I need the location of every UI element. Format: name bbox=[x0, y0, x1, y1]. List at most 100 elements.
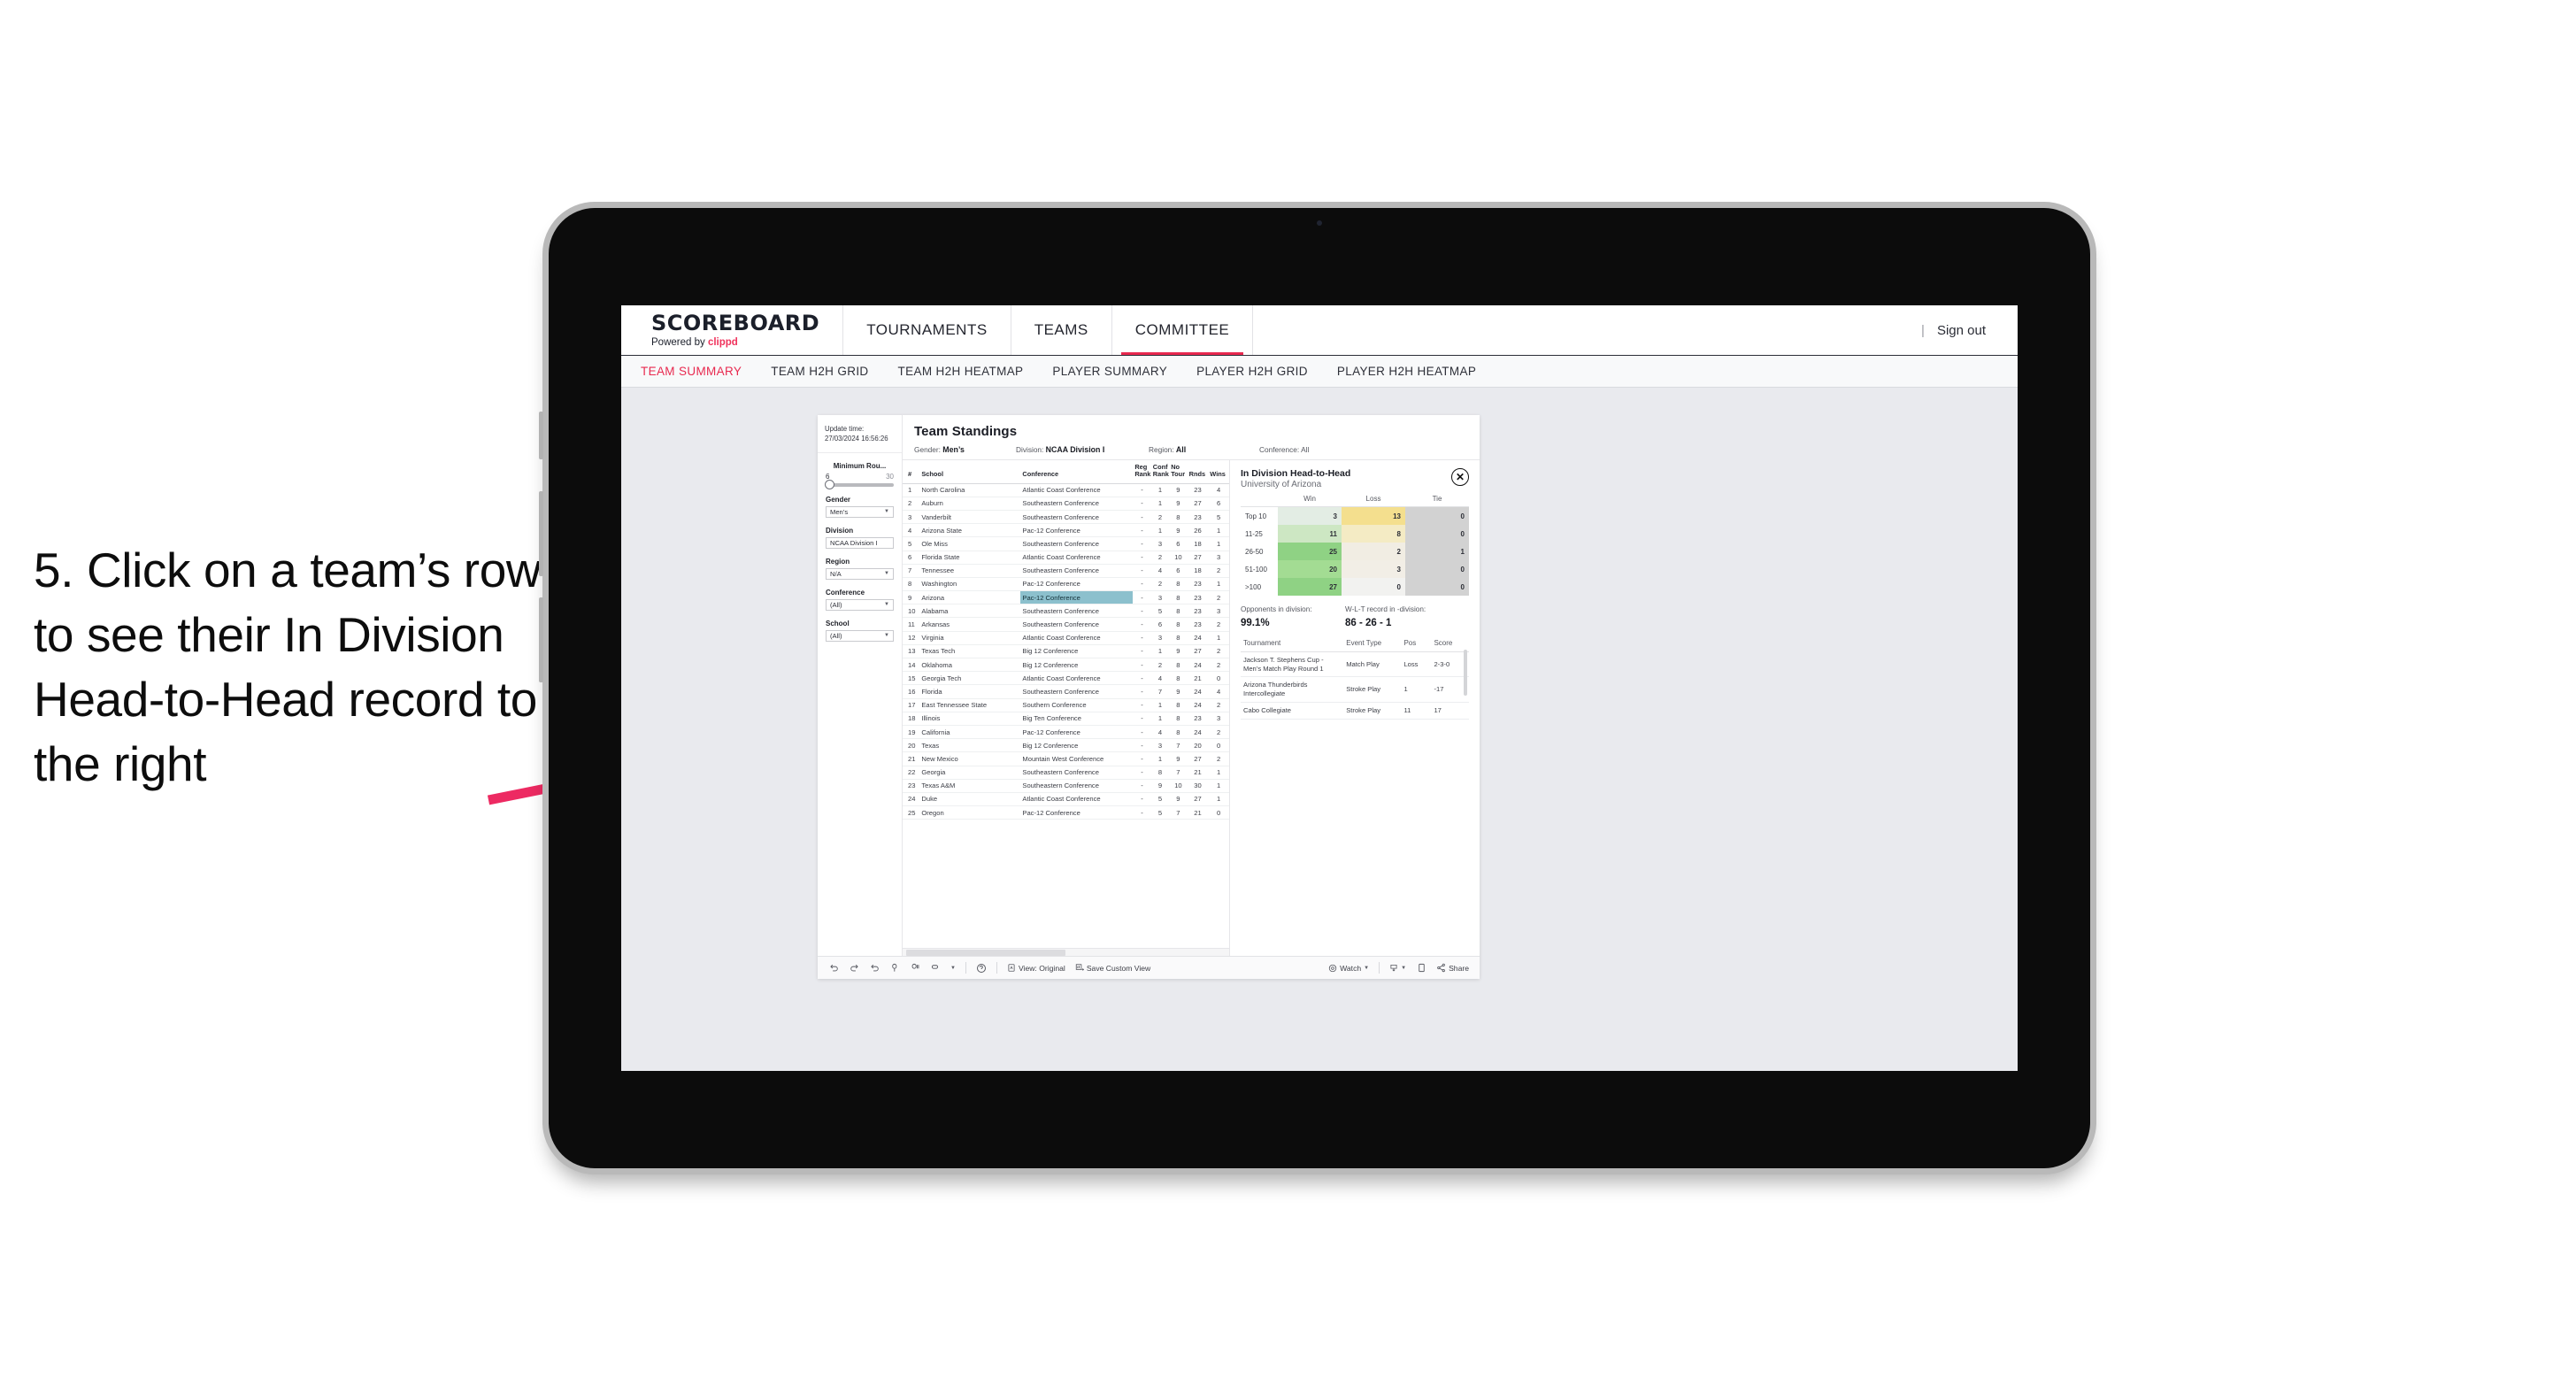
col-rnds[interactable]: Rnds bbox=[1187, 460, 1209, 484]
signout-link[interactable]: Sign out bbox=[1937, 323, 1986, 338]
col-pos[interactable]: Pos bbox=[1401, 639, 1432, 652]
table-row[interactable]: 23 Texas A&M Southeastern Conference -9 10 30… bbox=[903, 779, 1229, 793]
tournament-scrollbar[interactable] bbox=[1464, 650, 1467, 696]
col-wins[interactable]: Wins bbox=[1208, 460, 1229, 484]
col-rank[interactable]: # bbox=[903, 460, 920, 484]
brand-logo[interactable]: SCOREBOARD Powered by clippd bbox=[621, 305, 844, 355]
col-conference[interactable]: Conference bbox=[1020, 460, 1134, 484]
tab-team-h2h-heatmap[interactable]: TEAM H2H HEATMAP bbox=[898, 365, 1024, 378]
minimum-rounds-slider[interactable] bbox=[825, 480, 894, 490]
col-school[interactable]: School bbox=[919, 460, 1021, 484]
cell-rnds: 23 bbox=[1187, 604, 1209, 619]
cell-school: Auburn bbox=[919, 497, 1021, 511]
undo-icon[interactable] bbox=[828, 963, 839, 974]
table-row[interactable]: 24 Duke Atlantic Coast Conference -5 9 27 1 bbox=[903, 792, 1229, 807]
col-conf-rank[interactable]: Conf Rank bbox=[1150, 460, 1170, 484]
table-row[interactable]: 9 Arizona Pac-12 Conference -3 8 23 2 bbox=[903, 590, 1229, 605]
table-row[interactable]: 1 North Carolina Atlantic Coast Conference… bbox=[903, 483, 1229, 497]
standings-table-scroll[interactable]: # School Conference Reg Rank Conf Rank N… bbox=[903, 460, 1229, 948]
table-row[interactable]: 13 Texas Tech Big 12 Conference -1 9 27 2 bbox=[903, 644, 1229, 659]
nav-tournaments[interactable]: TOURNAMENTS bbox=[843, 305, 1011, 355]
heatmap-cell-win[interactable]: 3 bbox=[1278, 506, 1342, 525]
table-row[interactable]: 14 Oklahoma Big 12 Conference -2 8 24 2 bbox=[903, 658, 1229, 673]
table-row[interactable]: 20 Texas Big 12 Conference -3 7 20 0 bbox=[903, 738, 1229, 753]
table-row[interactable]: 2 Auburn Southeastern Conference -1 9 27 6 bbox=[903, 497, 1229, 511]
table-row[interactable]: 18 Illinois Big Ten Conference -1 8 23 3 bbox=[903, 712, 1229, 726]
cell-conference: Southeastern Conference bbox=[1020, 497, 1134, 511]
heatmap-cell-tie[interactable]: 0 bbox=[1405, 525, 1469, 543]
tournament-row[interactable]: Cabo Collegiate Stroke Play 11 17 bbox=[1241, 702, 1469, 720]
pause-icon[interactable] bbox=[910, 963, 920, 974]
school-select[interactable]: (All) ▼ bbox=[826, 629, 894, 642]
nav-committee[interactable]: COMMITTEE bbox=[1112, 305, 1254, 355]
power-button[interactable] bbox=[539, 412, 543, 459]
tournament-list-scroll[interactable]: Tournament Event Type Pos Score Jackson … bbox=[1241, 630, 1469, 720]
tab-player-h2h-grid[interactable]: PLAYER H2H GRID bbox=[1196, 365, 1308, 378]
col-reg-rank[interactable]: Reg Rank bbox=[1133, 460, 1151, 484]
col-event-type[interactable]: Event Type bbox=[1343, 639, 1402, 652]
table-row[interactable]: 8 Washington Pac-12 Conference -2 8 23 1 bbox=[903, 577, 1229, 592]
tournament-row[interactable]: Arizona Thunderbirds Intercollegiate Stro… bbox=[1241, 676, 1469, 703]
help-icon[interactable] bbox=[976, 963, 987, 974]
conference-select[interactable]: (All) ▼ bbox=[826, 598, 894, 611]
tab-player-h2h-heatmap[interactable]: PLAYER H2H HEATMAP bbox=[1337, 365, 1476, 378]
table-row[interactable]: 22 Georgia Southeastern Conference -8 7 21 1 bbox=[903, 766, 1229, 780]
table-row[interactable]: 19 California Pac-12 Conference -4 8 24 2 bbox=[903, 725, 1229, 740]
table-row[interactable]: 7 Tennessee Southeastern Conference -4 6 18 2 bbox=[903, 564, 1229, 578]
heatmap-cell-loss[interactable]: 8 bbox=[1342, 525, 1405, 543]
heatmap-cell-loss[interactable]: 0 bbox=[1342, 578, 1405, 596]
heatmap-cell-tie[interactable]: 0 bbox=[1405, 560, 1469, 578]
gender-select[interactable]: Men’s ▼ bbox=[826, 505, 894, 518]
col-no-tour[interactable]: No Tour bbox=[1169, 460, 1188, 484]
filter-gender: Gender Men’s ▼ bbox=[818, 487, 902, 518]
fullscreen-icon[interactable] bbox=[1416, 963, 1426, 974]
table-row[interactable]: 5 Ole Miss Southeastern Conference -3 6 18 1 bbox=[903, 536, 1229, 551]
cell-school: Texas Tech bbox=[919, 644, 1021, 659]
region-select[interactable]: N/A ▼ bbox=[826, 567, 894, 580]
table-row[interactable]: 10 Alabama Southeastern Conference -5 8 23 3 bbox=[903, 604, 1229, 619]
scrollbar-thumb[interactable] bbox=[906, 950, 1065, 956]
tournament-row[interactable]: Jackson T. Stephens Cup - Men’s Match Pl… bbox=[1241, 651, 1469, 678]
table-row[interactable]: 25 Oregon Pac-12 Conference -5 7 21 0 bbox=[903, 805, 1229, 820]
download-button[interactable]: ▼ bbox=[1389, 963, 1406, 973]
redo-icon[interactable] bbox=[849, 963, 859, 974]
heatmap-cell-loss[interactable]: 2 bbox=[1342, 543, 1405, 560]
refresh-icon[interactable] bbox=[889, 963, 900, 974]
save-custom-view-button[interactable]: Save Custom View bbox=[1075, 963, 1150, 973]
table-row[interactable]: 16 Florida Southeastern Conference -7 9 24 4 bbox=[903, 684, 1229, 699]
horizontal-scrollbar[interactable] bbox=[903, 948, 1229, 956]
table-row[interactable]: 6 Florida State Atlantic Coast Conference -… bbox=[903, 551, 1229, 565]
table-row[interactable]: 17 East Tennessee State Southern Conferenc… bbox=[903, 698, 1229, 712]
table-row[interactable]: 15 Georgia Tech Atlantic Coast Conference -… bbox=[903, 671, 1229, 686]
close-icon[interactable]: ✕ bbox=[1451, 468, 1469, 486]
volume-down-button[interactable] bbox=[539, 597, 543, 682]
heatmap-cell-win[interactable]: 25 bbox=[1278, 543, 1342, 560]
heatmap-cell-loss[interactable]: 3 bbox=[1342, 560, 1405, 578]
revert-icon[interactable] bbox=[869, 963, 880, 974]
heatmap-cell-tie[interactable]: 0 bbox=[1405, 578, 1469, 596]
volume-up-button[interactable] bbox=[539, 491, 543, 576]
table-row[interactable]: 21 New Mexico Mountain West Conference -1 9 2… bbox=[903, 751, 1229, 766]
tab-team-h2h-grid[interactable]: TEAM H2H GRID bbox=[771, 365, 868, 378]
tab-team-summary[interactable]: TEAM SUMMARY bbox=[641, 365, 742, 378]
division-select[interactable]: NCAA Division I bbox=[826, 536, 894, 549]
heatmap-cell-tie[interactable]: 0 bbox=[1405, 506, 1469, 525]
table-row[interactable]: 12 Virginia Atlantic Coast Conference -3 8 24… bbox=[903, 631, 1229, 645]
table-row[interactable]: 11 Arkansas Southeastern Conference -6 8 23 2 bbox=[903, 617, 1229, 632]
table-row[interactable]: 3 Vanderbilt Southeastern Conference -2 8 23 5 bbox=[903, 510, 1229, 525]
share-button[interactable]: Share bbox=[1436, 963, 1469, 973]
chevron-down-icon[interactable]: ▼ bbox=[950, 966, 956, 971]
heatmap-cell-loss[interactable]: 13 bbox=[1342, 506, 1405, 525]
heatmap-cell-tie[interactable]: 1 bbox=[1405, 543, 1469, 560]
watch-button[interactable]: Watch ▼ bbox=[1328, 964, 1369, 973]
table-row[interactable]: 4 Arizona State Pac-12 Conference -1 9 26 1 bbox=[903, 523, 1229, 538]
col-tournament[interactable]: Tournament bbox=[1241, 639, 1344, 652]
nav-teams[interactable]: TEAMS bbox=[1011, 305, 1112, 355]
view-original-button[interactable]: View: Original bbox=[1007, 963, 1065, 973]
slider-range-values: 6 30 bbox=[826, 473, 894, 481]
tab-player-summary[interactable]: PLAYER SUMMARY bbox=[1052, 365, 1167, 378]
heatmap-cell-win[interactable]: 27 bbox=[1278, 578, 1342, 596]
alerts-icon[interactable] bbox=[930, 963, 941, 974]
heatmap-cell-win[interactable]: 11 bbox=[1278, 525, 1342, 543]
heatmap-cell-win[interactable]: 20 bbox=[1278, 560, 1342, 578]
